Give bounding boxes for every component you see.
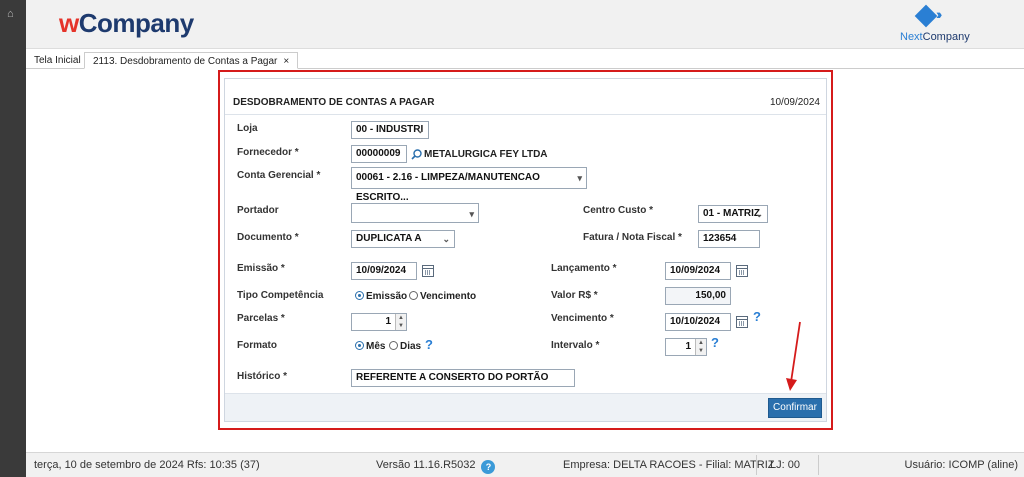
radio-selected-icon [355, 291, 364, 300]
nextcompany-diamond-icon [914, 4, 938, 28]
conta-gerencial-label: Conta Gerencial * [237, 170, 321, 181]
vencimento-calendar-icon[interactable] [736, 316, 748, 328]
fornecedor-code-input[interactable]: 00000009 [351, 145, 407, 163]
fatura-input[interactable]: 123654 [698, 230, 760, 248]
emissao-calendar-icon[interactable] [422, 265, 434, 277]
status-usuario: Usuário: ICOMP (aline) [904, 459, 1019, 471]
intervalo-help-icon[interactable]: ? [711, 335, 719, 350]
radio-selected-icon [355, 341, 364, 350]
tipo-competencia-label: Tipo Competência [237, 290, 324, 301]
confirm-button[interactable]: Confirmar [768, 398, 822, 418]
formato-dias-radio[interactable]: Dias [389, 341, 421, 352]
stepper-arrows-icon[interactable]: ▲ ▼ [395, 314, 406, 330]
tab-desdobramento[interactable]: 2113. Desdobramento de Contas a Pagar × [84, 52, 299, 69]
panel-title: DESDOBRAMENTO DE CONTAS A PAGAR [233, 97, 435, 108]
status-empresa: Empresa: DELTA RACOES - Filial: MATRIZ [563, 459, 775, 471]
wcompany-logo: wCompany [59, 8, 194, 38]
chevron-down-icon: ⌄ [442, 234, 450, 244]
panel-date: 10/09/2024 [769, 97, 820, 108]
centro-custo-select[interactable]: 01 - MATRIZ ⌄ [698, 205, 768, 223]
vencimento-label: Vencimento * [551, 313, 614, 324]
formato-mes-radio[interactable]: Mês [355, 341, 385, 352]
vencimento-help-icon[interactable]: ? [753, 309, 761, 324]
portador-label: Portador [237, 205, 279, 216]
parcelas-stepper[interactable]: 1 ▲ ▼ [351, 313, 407, 331]
valor-label: Valor R$ * [551, 290, 598, 301]
tipo-competencia-vencimento-radio[interactable]: Vencimento [409, 291, 476, 302]
documento-label: Documento * [237, 232, 299, 243]
home-icon[interactable]: ⌂ [7, 9, 19, 20]
nextcompany-chevron-icon: ›› [936, 6, 943, 22]
status-lj: LJ: 00 [770, 459, 800, 471]
tab-bar: Tela Inicial 2113. Desdobramento de Cont… [26, 52, 1024, 69]
app-header: wCompany ›› NextCompany [26, 0, 1024, 49]
form-panel: DESDOBRAMENTO DE CONTAS A PAGAR 10/09/20… [224, 78, 827, 422]
panel-footer: Confirmar [225, 393, 826, 421]
tab-home[interactable]: Tela Inicial [26, 52, 90, 69]
vencimento-input[interactable]: 10/10/2024 [665, 313, 731, 331]
search-icon[interactable] [411, 149, 422, 160]
status-separator [818, 455, 819, 475]
lancamento-input[interactable]: 10/09/2024 [665, 262, 731, 280]
tipo-competencia-emissao-radio[interactable]: Emissão [355, 291, 407, 302]
left-sidebar: ⌂ [0, 0, 26, 477]
fornecedor-label: Fornecedor * [237, 147, 299, 158]
conta-gerencial-select[interactable]: 00061 - 2.16 - LIMPEZA/MANUTENCAO ESCRIT… [351, 167, 587, 203]
historico-input[interactable]: REFERENTE A CONSERTO DO PORTÃO [351, 369, 575, 387]
radio-icon [389, 341, 398, 350]
parcelas-label: Parcelas * [237, 313, 285, 324]
status-datetime: terça, 10 de setembro de 2024 Rfs: 10:35… [34, 459, 260, 471]
fatura-label: Fatura / Nota Fiscal * [583, 232, 682, 243]
lancamento-calendar-icon[interactable] [736, 265, 748, 277]
panel-header: DESDOBRAMENTO DE CONTAS A PAGAR 10/09/20… [225, 79, 826, 115]
nextcompany-logo: ›› NextCompany [900, 4, 970, 43]
centro-custo-label: Centro Custo * [583, 205, 653, 216]
historico-label: Histórico * [237, 371, 288, 382]
formato-help-icon[interactable]: ? [425, 337, 433, 352]
stepper-arrows-icon[interactable]: ▲ ▼ [695, 339, 706, 355]
help-icon[interactable]: ? [481, 460, 496, 474]
chevron-down-icon: ▾ [577, 173, 582, 183]
portador-select[interactable]: ▾ [351, 203, 479, 223]
valor-input[interactable]: 150,00 [665, 287, 731, 305]
tab-close-icon[interactable]: × [283, 56, 289, 67]
loja-label: Loja [237, 123, 258, 134]
documento-select[interactable]: DUPLICATA A ⌄ [351, 230, 455, 248]
formato-label: Formato [237, 340, 277, 351]
emissao-input[interactable]: 10/09/2024 [351, 262, 417, 280]
status-bar: terça, 10 de setembro de 2024 Rfs: 10:35… [26, 452, 1024, 477]
chevron-down-icon: ⌄ [755, 209, 763, 219]
status-separator [756, 455, 757, 475]
intervalo-label: Intervalo * [551, 340, 600, 351]
chevron-down-icon: ⌄ [416, 125, 424, 135]
loja-select[interactable]: 00 - INDUSTRI ⌄ [351, 121, 429, 139]
fornecedor-name: METALURGICA FEY LTDA [424, 149, 548, 160]
radio-icon [409, 291, 418, 300]
intervalo-stepper[interactable]: 1 ▲ ▼ [665, 338, 707, 356]
emissao-label: Emissão * [237, 263, 285, 274]
chevron-down-icon: ▾ [469, 209, 474, 219]
annotation-arrow-icon [786, 321, 801, 391]
lancamento-label: Lançamento * [551, 263, 617, 274]
status-version: Versão 11.16.R5032? [376, 459, 496, 474]
